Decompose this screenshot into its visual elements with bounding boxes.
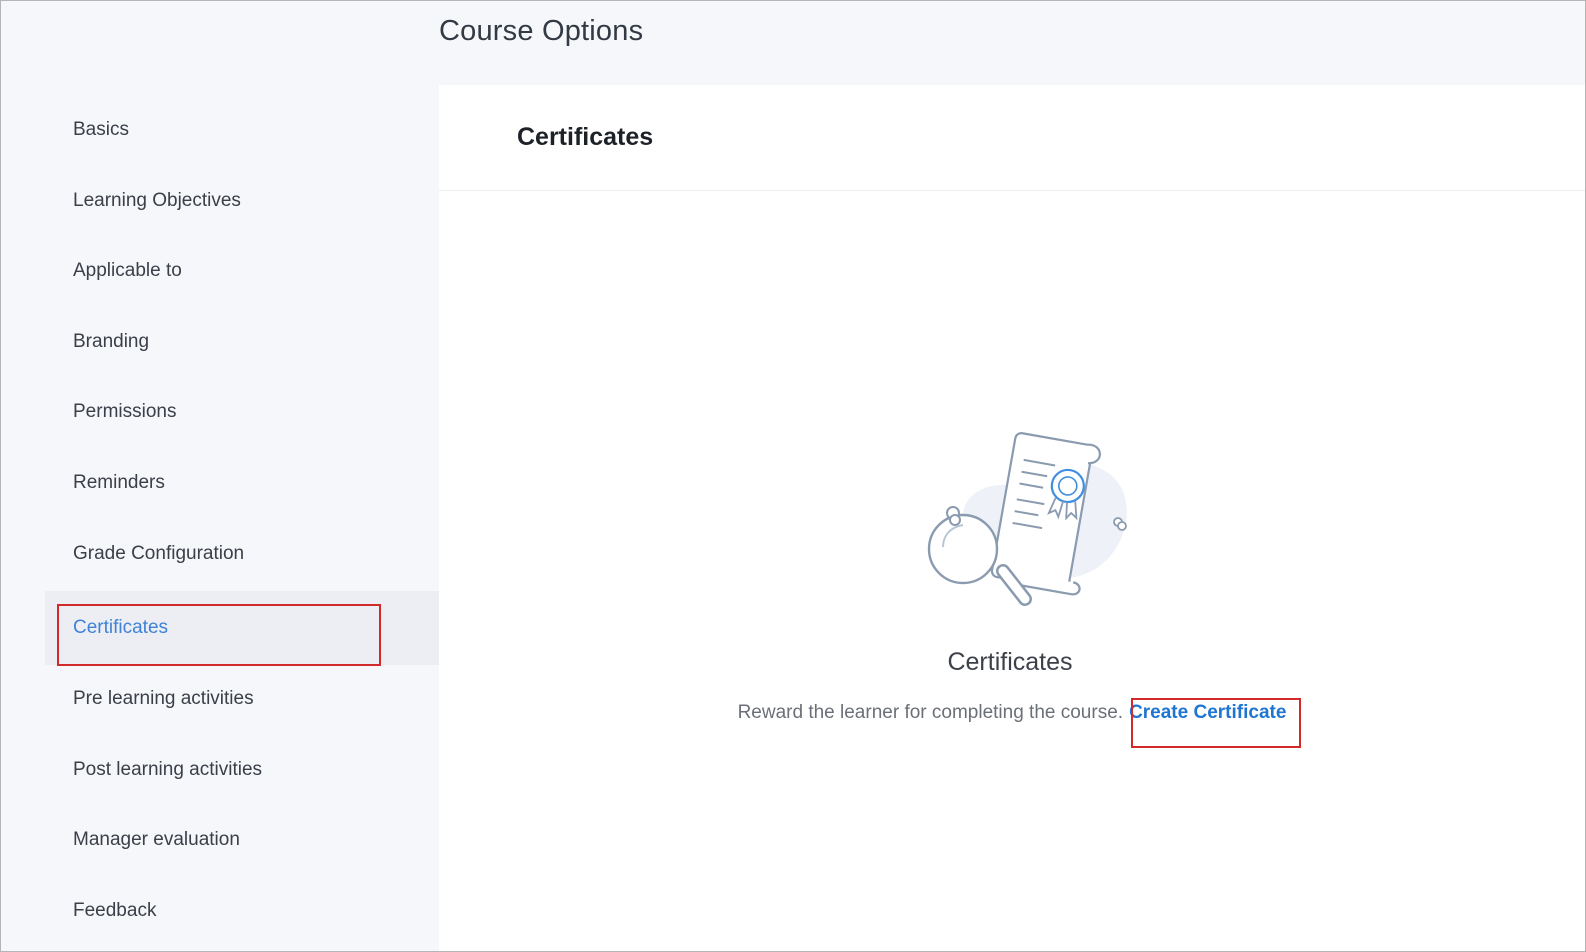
certificate-magnifier-icon xyxy=(927,432,1127,606)
empty-state-title: Certificates xyxy=(947,648,1073,676)
content-header: Certificates xyxy=(439,85,1585,191)
empty-state-description-row: Reward the learner for completing the co… xyxy=(439,702,1585,724)
sidebar-item-pre-learning-activities[interactable]: Pre learning activities xyxy=(45,663,439,734)
sidebar-item-applicable-to[interactable]: Applicable to xyxy=(45,235,439,306)
sidebar-item-basics[interactable]: Basics xyxy=(45,94,439,165)
sidebar-item-reminders[interactable]: Reminders xyxy=(45,447,439,518)
page-title: Course Options xyxy=(439,15,644,47)
sidebar-nav: Basics Learning Objectives Applicable to… xyxy=(1,85,439,951)
sidebar-item-permissions[interactable]: Permissions xyxy=(45,376,439,447)
app-window: Course Options Basics Learning Objective… xyxy=(0,0,1586,952)
section-title: Certificates xyxy=(517,123,654,151)
sidebar-item-learning-objectives[interactable]: Learning Objectives xyxy=(45,165,439,236)
empty-state-description: Reward the learner for completing the co… xyxy=(737,702,1124,723)
sidebar-item-branding[interactable]: Branding xyxy=(45,306,439,377)
sidebar-item-grade-configuration[interactable]: Grade Configuration xyxy=(45,518,439,589)
sidebar-item-feedback[interactable]: Feedback xyxy=(45,875,439,946)
sidebar-item-post-learning-activities[interactable]: Post learning activities xyxy=(45,734,439,805)
create-certificate-link[interactable]: Create Certificate xyxy=(1129,702,1286,723)
sidebar-item-manager-evaluation[interactable]: Manager evaluation xyxy=(45,804,439,875)
sidebar-item-certificates[interactable]: Certificates xyxy=(45,591,439,665)
main-content: Certificates Certificates Reward the lea… xyxy=(439,85,1585,951)
